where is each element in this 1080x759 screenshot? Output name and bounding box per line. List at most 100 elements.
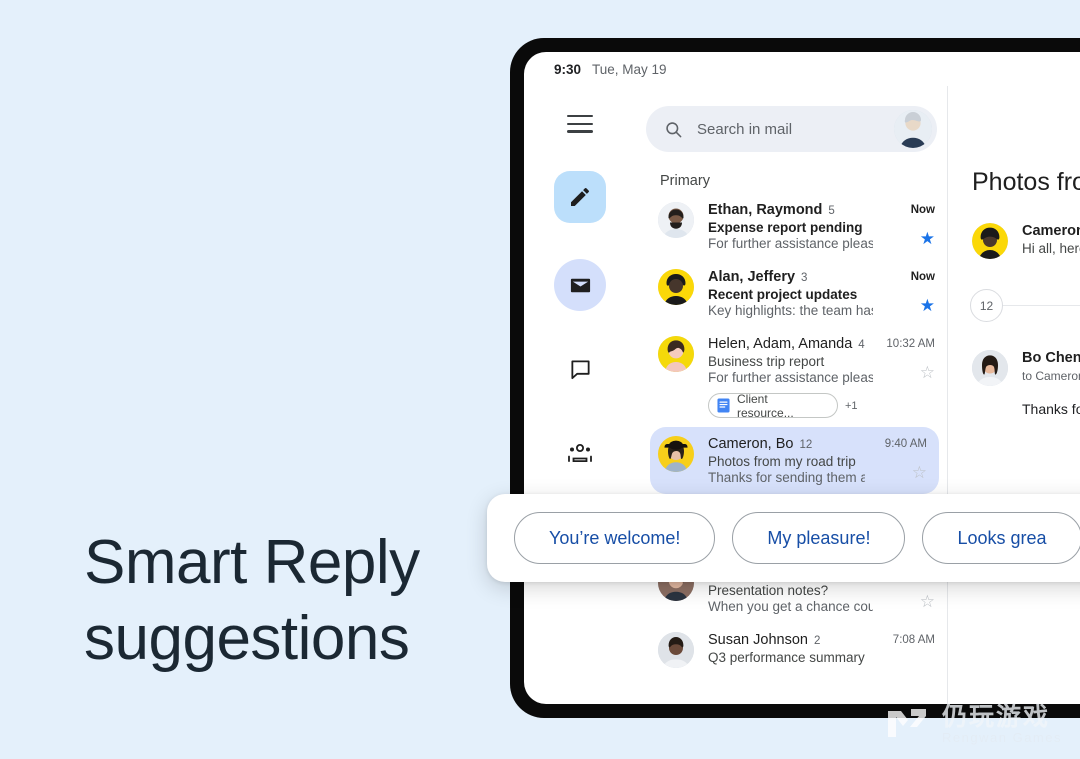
row-meta: Now ★ (873, 202, 935, 251)
attachment-more-count: +1 (845, 399, 858, 412)
contact-avatar-image (658, 336, 694, 372)
message-body-text: Thanks for send (1022, 401, 1080, 417)
search-icon (666, 121, 682, 137)
star-icon[interactable]: ☆ (920, 364, 935, 381)
row-snippet: For further assistance pleas... (708, 370, 873, 385)
row-sender: Helen, Adam, Amanda (708, 336, 853, 352)
divider (1003, 305, 1080, 306)
sidebar-item-mail[interactable] (554, 259, 606, 311)
avatar (658, 269, 694, 305)
attachment-chip[interactable]: Client resource... (708, 392, 838, 420)
tablet-screen: 9:30 Tue, May 19 Search in mail Primary … (524, 52, 1080, 704)
collapsed-count-badge: 12 (970, 289, 1003, 322)
table-row[interactable]: Ethan, Raymond 5 Expense report pending … (636, 193, 947, 260)
rengwan-logo-icon (888, 709, 927, 737)
section-label-primary: Primary (660, 173, 710, 189)
star-icon[interactable]: ☆ (920, 593, 935, 610)
email-detail-pane: Photos from m Cameron Oel Hi all, here a… (947, 86, 1080, 704)
row-content: Alan, Jeffery 3 Recent project updates K… (708, 269, 873, 318)
contact-avatar-image (658, 269, 694, 305)
row-message-count: 3 (801, 272, 808, 284)
star-icon[interactable]: ★ (920, 297, 935, 314)
table-row[interactable]: Alan, Jeffery 3 Recent project updates K… (636, 260, 947, 327)
sidebar-item-spaces[interactable] (554, 427, 606, 479)
navigation-rail (524, 90, 636, 704)
row-message-count: 2 (813, 635, 821, 647)
row-timestamp: 7:08 AM (892, 634, 935, 646)
thread-message[interactable]: Bo Chen10:20 to Cameron, Jesse Thanks fo… (972, 350, 1080, 417)
message-content: Bo Chen10:20 to Cameron, Jesse Thanks fo… (1022, 350, 1080, 417)
row-snippet: For further assistance please... (708, 236, 873, 251)
smart-reply-chip[interactable]: My pleasure! (732, 512, 906, 564)
row-message-count: 12 (799, 439, 813, 451)
watermark-en: Rengwan Games (942, 729, 1062, 745)
search-placeholder: Search in mail (697, 120, 793, 138)
mail-list-pane[interactable]: Search in mail Primary Ethan, Raymond 5 … (636, 86, 947, 704)
compose-button[interactable] (554, 171, 606, 223)
row-snippet: When you get a chance could... (708, 599, 873, 614)
row-subject: Recent project updates (708, 287, 858, 302)
contact-avatar-image (658, 436, 694, 472)
contact-avatar-image (658, 632, 694, 668)
table-row[interactable]: Susan Johnson 2 Q3 performance summary 7… (636, 623, 947, 677)
row-meta: Now ★ (873, 269, 935, 318)
row-subject: Photos from my road trip (708, 454, 856, 469)
star-icon[interactable]: ☆ (912, 464, 927, 481)
watermark-cn: 仍玩游戏 (942, 702, 1051, 731)
collapsed-messages-divider[interactable]: 12 (970, 289, 1080, 322)
row-sender: Alan, Jeffery (708, 269, 796, 285)
status-bar-clock: 9:30 (554, 61, 582, 77)
attachment-row: Client resource... +1 (708, 392, 873, 420)
avatar[interactable] (894, 110, 932, 148)
status-bar: 9:30 Tue, May 19 (524, 52, 1080, 86)
row-subject: Business trip report (708, 354, 825, 369)
table-row[interactable]: Helen, Adam, Amanda 4 Business trip repo… (636, 327, 947, 427)
search-input[interactable]: Search in mail (646, 106, 937, 152)
row-sender: Ethan, Raymond (708, 202, 823, 218)
row-content: Ethan, Raymond 5 Expense report pending … (708, 202, 873, 251)
row-snippet: Key highlights: the team has... (708, 303, 873, 318)
row-subject: Q3 performance summary (708, 650, 865, 665)
message-content: Cameron Oel Hi all, here are t (1022, 223, 1080, 259)
row-content: Susan Johnson 2 Q3 performance summary (708, 632, 873, 668)
people-icon (568, 444, 592, 462)
thread-subject: Photos from m (972, 168, 1080, 196)
row-timestamp: 10:32 AM (886, 338, 935, 350)
sidebar-item-chat[interactable] (554, 343, 606, 395)
star-icon[interactable]: ★ (920, 230, 935, 247)
contact-avatar-image (972, 350, 1008, 386)
pencil-icon (571, 187, 590, 206)
doc-icon (717, 398, 730, 413)
message-snippet: Hi all, here are t (1022, 241, 1080, 256)
hamburger-menu-icon[interactable] (567, 115, 593, 133)
message-sender: Cameron Oel (1022, 223, 1080, 239)
avatar (972, 223, 1008, 259)
row-snippet: Thanks for sending them along... (708, 470, 865, 485)
watermark-text: 仍玩游戏 Rengwan Games (942, 703, 1062, 746)
contact-avatar-image (972, 223, 1008, 259)
envelope-icon (570, 278, 590, 292)
tablet-device-frame: 9:30 Tue, May 19 Search in mail Primary … (510, 38, 1080, 718)
row-meta: 9:40 AM ☆ (865, 436, 927, 485)
smart-reply-chip[interactable]: You’re welcome! (514, 512, 716, 564)
row-timestamp: Now (910, 271, 935, 283)
message-recipients: to Cameron, Jesse (1022, 369, 1080, 383)
watermark: 仍玩游戏 Rengwan Games (884, 701, 1062, 747)
message-sender: Bo Chen10:20 (1022, 350, 1080, 366)
thread-message[interactable]: Cameron Oel Hi all, here are t (972, 223, 1080, 259)
row-content: Cameron, Bo 12 Photos from my road trip … (708, 436, 865, 485)
message-sender-name: Bo Chen (1022, 350, 1080, 366)
row-subject: Presentation notes? (708, 583, 829, 598)
row-sender: Cameron, Bo (708, 436, 794, 452)
row-timestamp: 9:40 AM (884, 438, 927, 450)
screenshot-root: Smart Reply suggestions 9:30 Tue, May 19 (0, 0, 1080, 759)
page-title: Smart Reply suggestions (84, 528, 420, 673)
avatar (972, 350, 1008, 386)
row-timestamp: Now (910, 204, 935, 216)
smart-reply-chip[interactable]: Looks grea (922, 512, 1080, 564)
avatar (658, 202, 694, 238)
row-meta: 7:08 AM (873, 632, 935, 668)
row-message-count: 4 (858, 339, 865, 351)
avatar (658, 336, 694, 372)
table-row[interactable]: Cameron, Bo 12 Photos from my road trip … (650, 427, 939, 494)
